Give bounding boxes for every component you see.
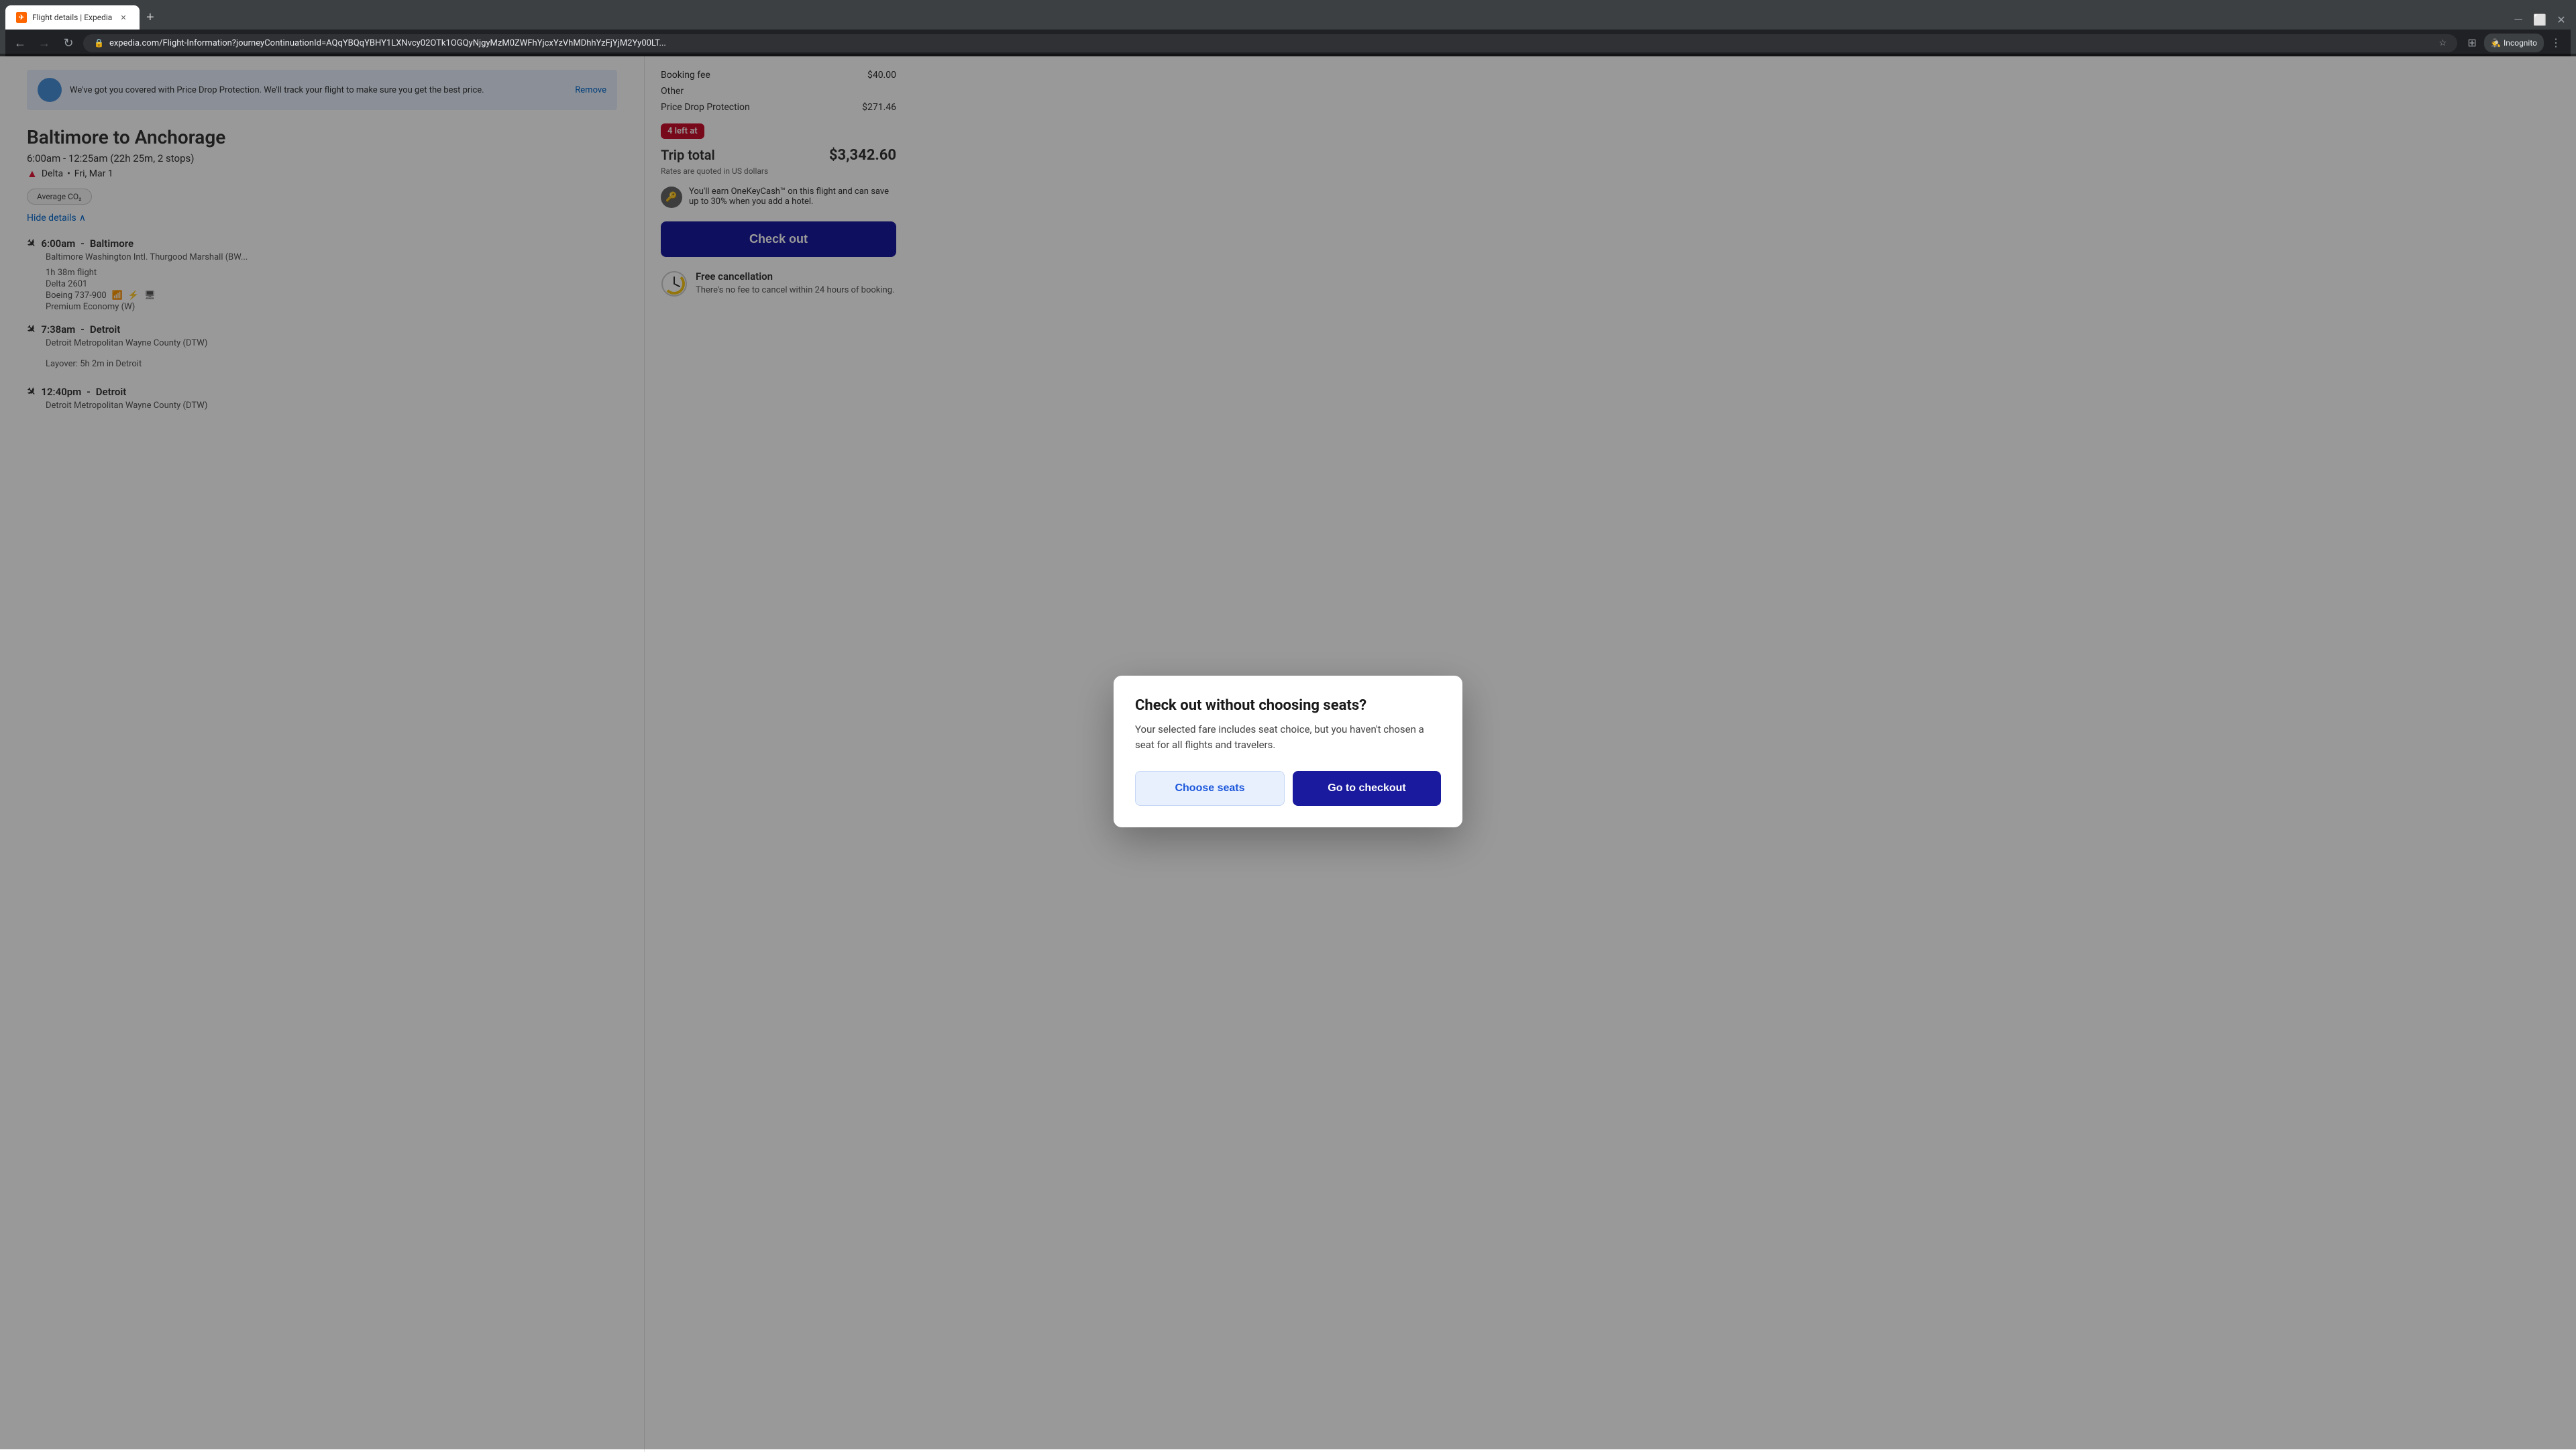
minimize-button[interactable]: ─: [2509, 11, 2528, 30]
address-bar[interactable]: 🔒 expedia.com/Flight-Information?journey…: [83, 34, 2457, 52]
extensions-button[interactable]: ⊞: [2463, 34, 2481, 52]
seats-modal: Check out without choosing seats? Your s…: [1114, 676, 1462, 827]
window-controls: ─ ⬜ ✕: [2509, 11, 2571, 30]
url-text: expedia.com/Flight-Information?journeyCo…: [109, 38, 2433, 48]
incognito-icon: 🕵: [2491, 38, 2501, 48]
tab-title: Flight details | Expedia: [32, 13, 113, 22]
bookmark-icon: ☆: [2438, 38, 2447, 48]
tab-close-button[interactable]: ✕: [118, 12, 129, 23]
browser-tabs: ✈ Flight details | Expedia ✕ + ─ ⬜ ✕: [5, 5, 2571, 30]
forward-button[interactable]: →: [35, 34, 54, 52]
close-window-button[interactable]: ✕: [2552, 11, 2571, 30]
new-tab-button[interactable]: +: [141, 5, 160, 30]
restore-button[interactable]: ⬜: [2530, 11, 2549, 30]
refresh-button[interactable]: ↻: [59, 34, 78, 52]
toolbar-icons: ⊞ 🕵 Incognito ⋮: [2463, 34, 2565, 52]
modal-overlay: Check out without choosing seats? Your s…: [0, 54, 2576, 1449]
choose-seats-button[interactable]: Choose seats: [1135, 771, 1285, 806]
menu-button[interactable]: ⋮: [2546, 34, 2565, 52]
browser-tab-active[interactable]: ✈ Flight details | Expedia ✕: [5, 5, 140, 30]
browser-chrome: ✈ Flight details | Expedia ✕ + ─ ⬜ ✕ ← →…: [0, 0, 2576, 56]
tab-favicon: ✈: [16, 12, 27, 23]
go-to-checkout-button[interactable]: Go to checkout: [1293, 771, 1441, 806]
incognito-badge: 🕵 Incognito: [2484, 34, 2544, 52]
modal-actions: Choose seats Go to checkout: [1135, 771, 1441, 806]
lock-icon: 🔒: [94, 38, 104, 48]
browser-toolbar: ← → ↻ 🔒 expedia.com/Flight-Information?j…: [5, 30, 2571, 56]
back-button[interactable]: ←: [11, 34, 30, 52]
modal-title: Check out without choosing seats?: [1135, 697, 1441, 714]
modal-description: Your selected fare includes seat choice,…: [1135, 722, 1441, 752]
